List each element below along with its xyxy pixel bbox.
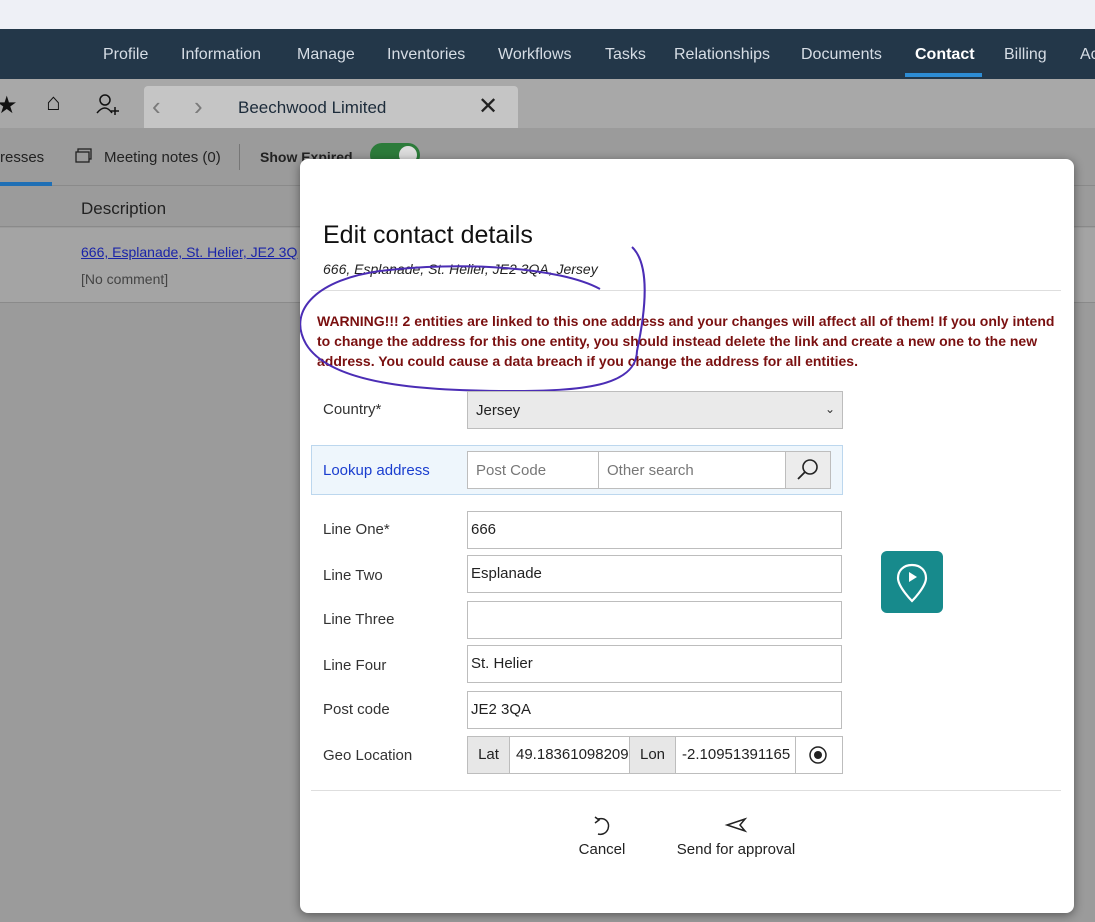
handwritten-circle-annotation	[300, 246, 646, 393]
browser-top-strip	[0, 0, 1095, 29]
nav-item-workflows[interactable]: Workflows	[498, 46, 572, 64]
lookup-address-panel: Lookup address Post Code Other search	[311, 445, 843, 495]
cancel-button[interactable]: Cancel	[572, 813, 632, 858]
cancel-label: Cancel	[578, 841, 626, 858]
lookup-address-label: Lookup address	[323, 462, 430, 479]
line-one-label: Line One*	[323, 521, 390, 538]
lat-input[interactable]: 49.18361098209	[510, 737, 630, 773]
nav-active-underline	[905, 73, 982, 77]
back-arrow-icon[interactable]: ‹	[152, 91, 161, 122]
undo-icon	[572, 813, 632, 841]
nav-item-more[interactable]: Ac	[1080, 46, 1095, 64]
nav-item-contact[interactable]: Contact	[915, 46, 975, 64]
nav-item-documents[interactable]: Documents	[801, 46, 882, 64]
record-tab[interactable]: ‹ › Beechwood Limited ✕	[144, 86, 518, 128]
country-label: Country*	[323, 401, 382, 418]
search-button[interactable]	[785, 451, 831, 489]
divider	[311, 790, 1061, 791]
lon-input[interactable]: -2.10951391165	[676, 737, 796, 773]
add-user-icon[interactable]	[96, 93, 120, 122]
line-one-input[interactable]: 666	[467, 511, 842, 549]
target-location-icon[interactable]	[808, 745, 828, 770]
line-two-input[interactable]: Esplanade	[467, 555, 842, 593]
top-nav: Profile Information Manage Inventories W…	[0, 29, 1095, 79]
postcode-search-input[interactable]: Post Code	[467, 451, 599, 489]
nav-item-information[interactable]: Information	[181, 46, 261, 64]
forward-arrow-icon[interactable]: ›	[194, 91, 203, 122]
tab-active-underline	[0, 182, 52, 186]
edit-contact-dialog: Edit contact details 666, Esplanade, St.…	[300, 159, 1074, 913]
nav-item-manage[interactable]: Manage	[297, 46, 355, 64]
post-code-label: Post code	[323, 701, 390, 718]
country-select[interactable]: Jersey ⌄	[467, 391, 843, 429]
line-two-label: Line Two	[323, 567, 383, 584]
line-four-input[interactable]: St. Helier	[467, 645, 842, 683]
star-icon[interactable]: ★	[0, 91, 18, 120]
map-button[interactable]	[881, 551, 943, 613]
tab-meeting-notes[interactable]: Meeting notes (0)	[104, 149, 221, 166]
lon-label: Lon	[630, 737, 676, 773]
divider	[239, 144, 240, 170]
nav-item-tasks[interactable]: Tasks	[605, 46, 646, 64]
other-search-input[interactable]: Other search	[598, 451, 786, 489]
geo-location-field: Lat 49.18361098209 Lon -2.10951391165	[467, 736, 843, 774]
country-value: Jersey	[476, 402, 521, 419]
send-icon	[672, 813, 800, 841]
nav-item-inventories[interactable]: Inventories	[387, 46, 465, 64]
nav-item-relationships[interactable]: Relationships	[674, 46, 770, 64]
address-link[interactable]: 666, Esplanade, St. Helier, JE2 3Q	[81, 244, 297, 260]
geo-location-label: Geo Location	[323, 747, 413, 764]
column-description: Description	[81, 199, 167, 218]
nav-item-profile[interactable]: Profile	[103, 46, 148, 64]
record-title: Beechwood Limited	[238, 98, 387, 117]
tab-addresses[interactable]: resses	[0, 149, 44, 166]
map-pin-icon	[896, 563, 928, 603]
send-for-approval-button[interactable]: Send for approval	[672, 813, 800, 858]
line-three-label: Line Three	[323, 611, 395, 628]
row-comment: [No comment]	[81, 271, 169, 287]
send-for-approval-label: Send for approval	[676, 841, 796, 858]
meeting-notes-icon	[75, 148, 93, 169]
lat-label: Lat	[468, 737, 510, 773]
search-icon	[797, 459, 818, 480]
line-three-input[interactable]	[467, 601, 842, 639]
post-code-input[interactable]: JE2 3QA	[467, 691, 842, 729]
close-icon[interactable]: ✕	[478, 92, 498, 121]
nav-item-billing[interactable]: Billing	[1004, 46, 1047, 64]
chevron-down-icon: ⌄	[824, 402, 835, 416]
home-icon[interactable]: ⌂	[46, 89, 61, 117]
line-four-label: Line Four	[323, 657, 387, 674]
